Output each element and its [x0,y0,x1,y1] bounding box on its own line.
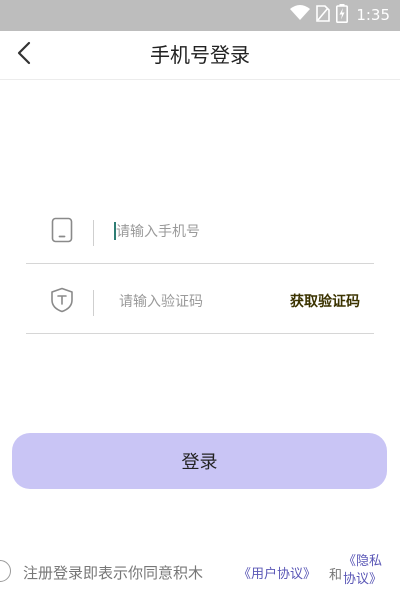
phone-field-row [26,193,374,264]
phone-input[interactable] [116,217,356,247]
no-sim-icon [316,4,331,26]
phone-field-divider [93,220,94,246]
agreement-checkbox[interactable] [0,560,11,582]
user-agreement-link[interactable]: 《用户协议》 [238,563,316,582]
status-icons: 1:35 [290,3,390,27]
privacy-agreement-link[interactable]: 《隐私协议》 [343,553,393,589]
wifi-icon [290,5,311,25]
shield-icon [48,286,76,314]
verification-code-input[interactable] [119,287,279,317]
agreement-text: 注册登录即表示你同意积木 [23,564,204,582]
battery-charging-icon [336,3,349,27]
get-code-button[interactable]: 获取验证码 [290,287,360,317]
agreement-and: 和 [329,568,343,583]
login-button[interactable]: 登录 [12,433,387,489]
page-title: 手机号登录 [150,43,250,67]
code-field-divider [93,290,94,316]
status-bar: 1:35 [0,0,400,31]
phone-icon [48,216,76,244]
code-field-row: 获取验证码 [26,263,374,334]
agreement-row: 注册登录即表示你同意积木 《用户协议》 和 《隐私协议》 [0,553,400,592]
chevron-left-icon [17,41,31,69]
back-button[interactable] [8,39,40,71]
status-time: 1:35 [356,6,390,24]
nav-bar: 手机号登录 [0,31,400,80]
